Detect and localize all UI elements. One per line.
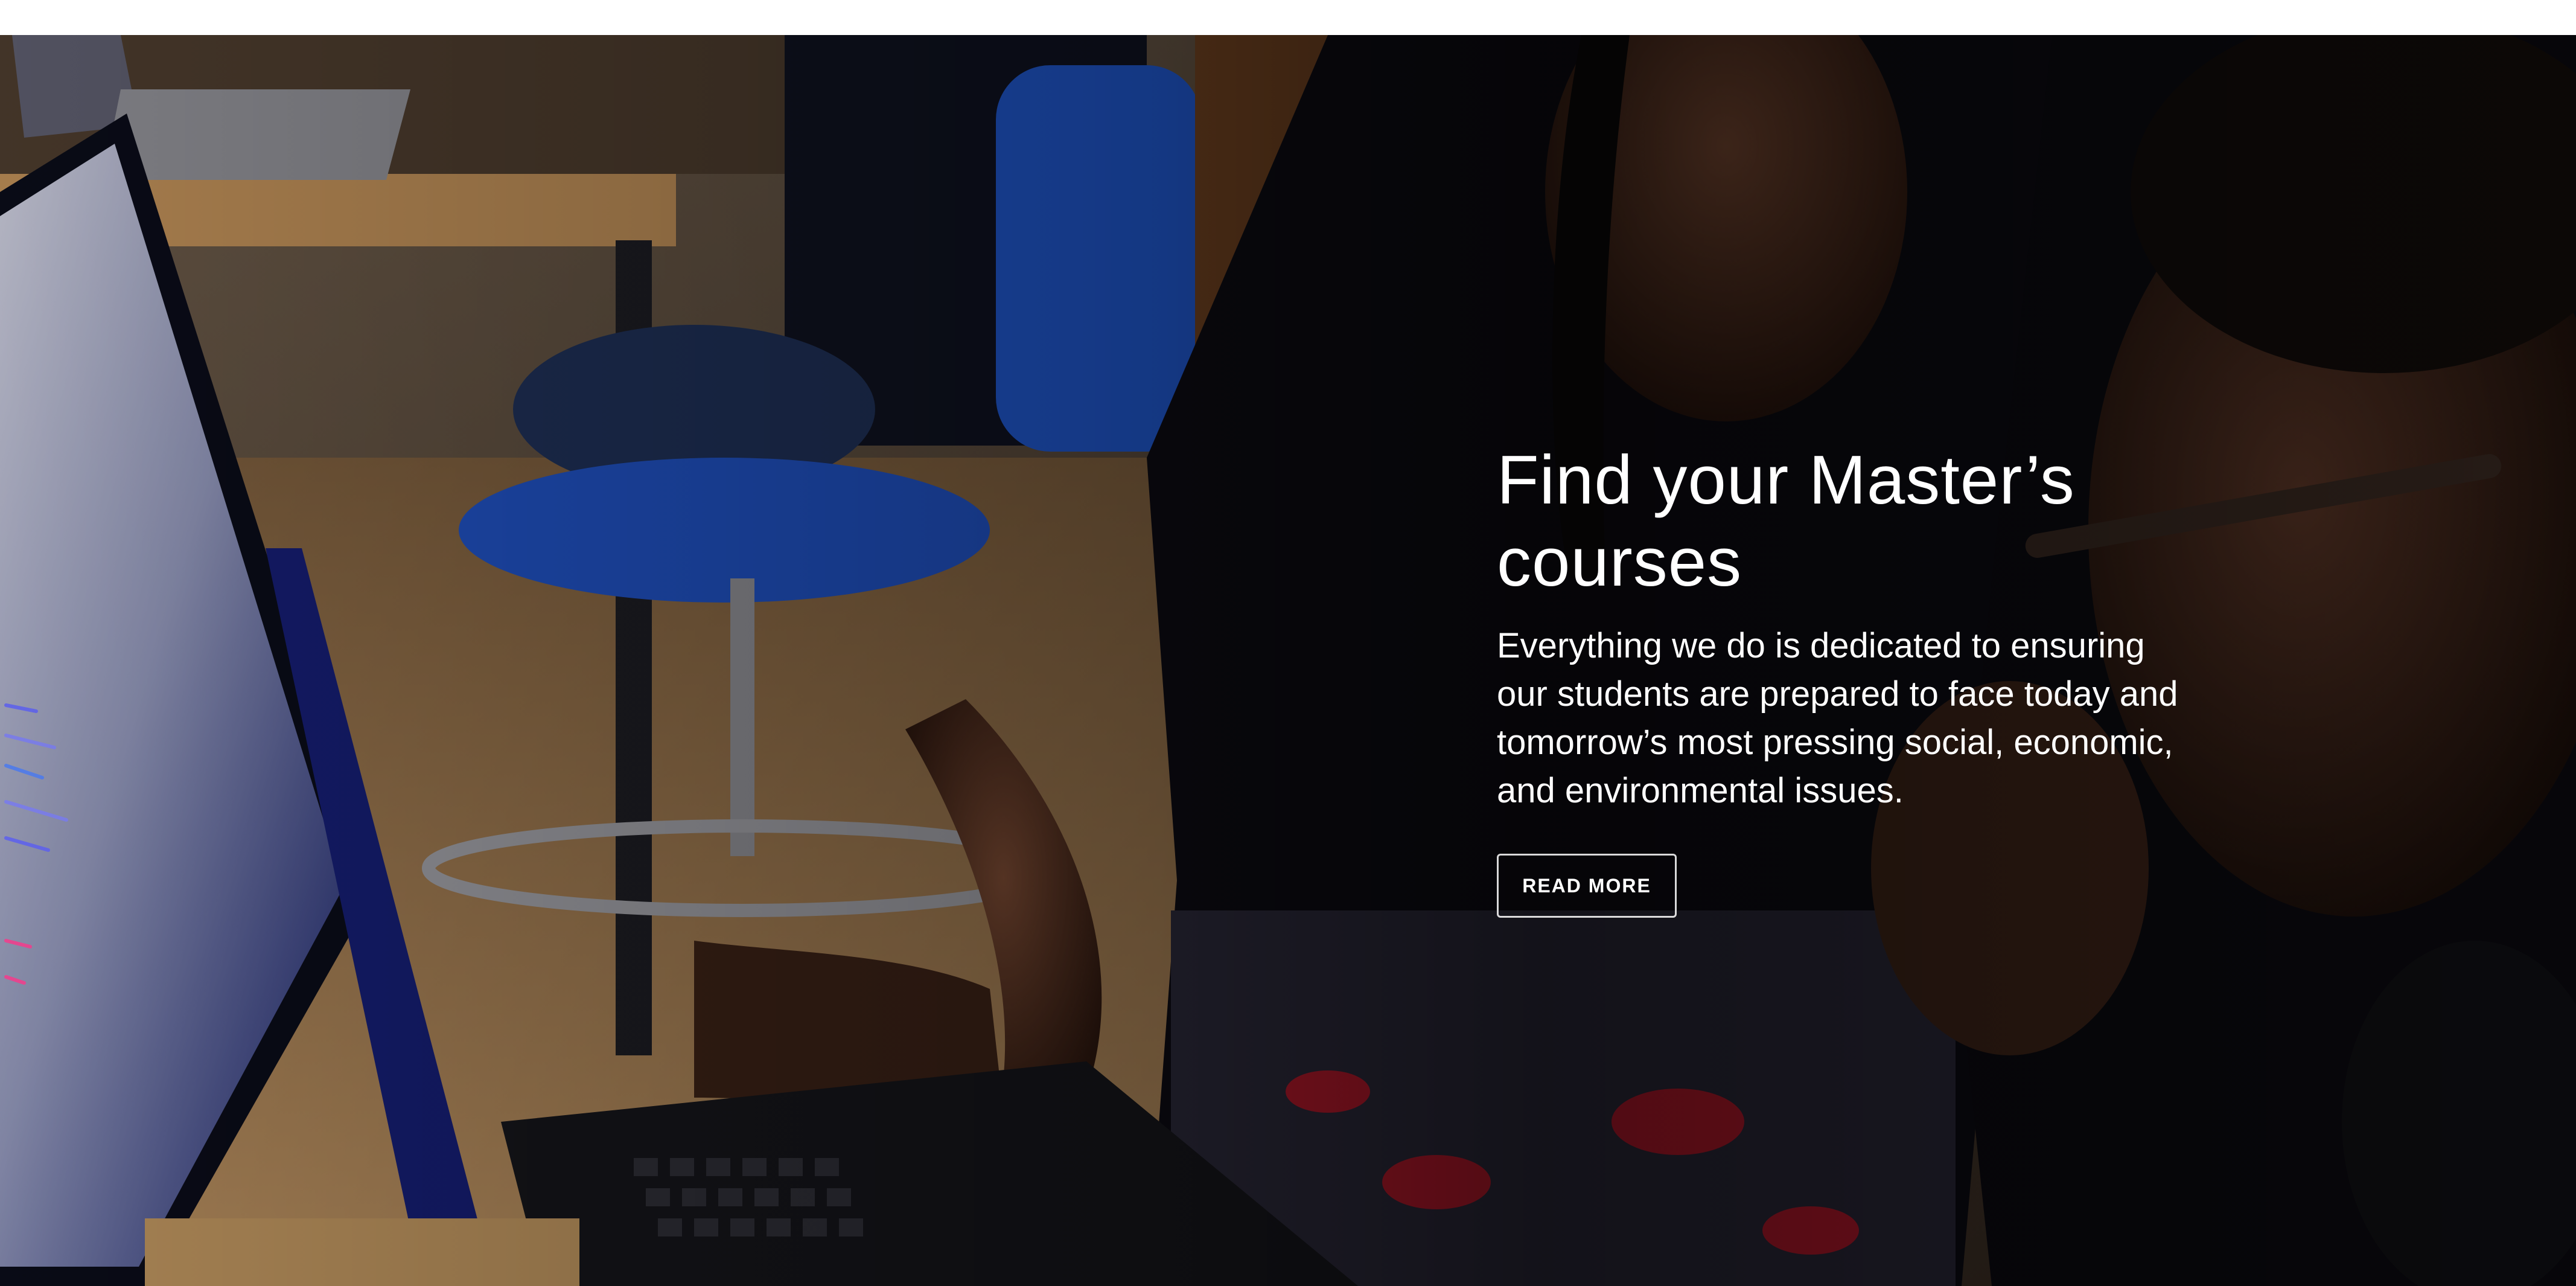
top-header-bar	[0, 0, 2576, 35]
read-more-button[interactable]: READ MORE	[1497, 854, 1677, 918]
hero-banner: Find your Master’s courses Everything we…	[0, 35, 2576, 1286]
hero-content: Find your Master’s courses Everything we…	[1497, 440, 2203, 918]
hero-title: Find your Master’s courses	[1497, 442, 2075, 601]
hero-description: Everything we do is dedicated to ensurin…	[1497, 626, 2178, 810]
